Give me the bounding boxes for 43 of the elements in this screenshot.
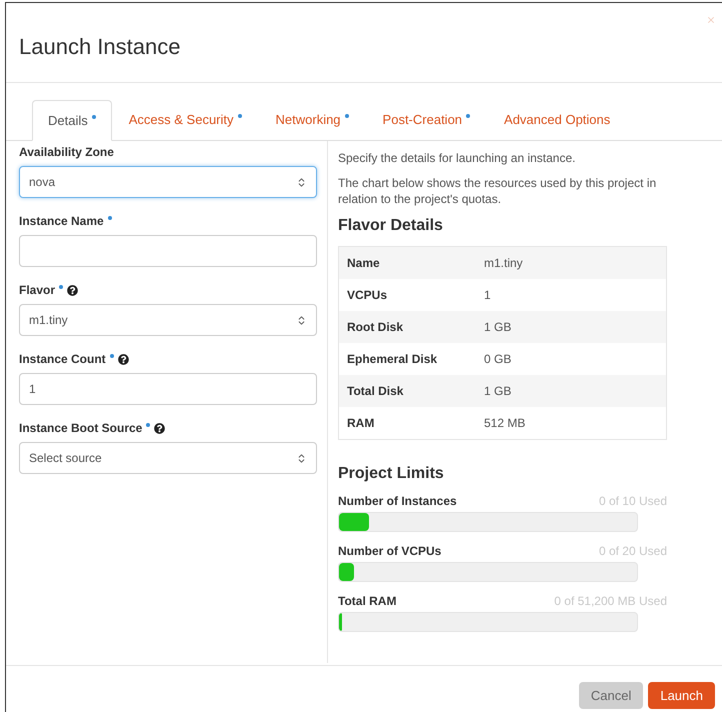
sort-arrows-icon bbox=[296, 176, 307, 188]
field-label: Flavor bbox=[19, 282, 56, 299]
sort-arrows-icon bbox=[296, 314, 307, 326]
input-field[interactable]: 1 bbox=[19, 373, 317, 405]
input-field[interactable] bbox=[19, 235, 317, 267]
tab[interactable]: Networking bbox=[258, 100, 366, 140]
select-field[interactable]: m1.tiny bbox=[19, 304, 317, 336]
limit-label: Number of VCPUs bbox=[338, 543, 442, 560]
table-cell-text: Ephemeral Disk bbox=[347, 351, 438, 368]
help-icon[interactable] bbox=[118, 354, 129, 364]
description-text: Specify the details for launching an instance. bbox=[338, 150, 576, 166]
cancel-button[interactable]: Cancel bbox=[578, 682, 644, 709]
field-label: Instance Name bbox=[19, 213, 104, 230]
tab[interactable]: Details bbox=[32, 100, 112, 141]
table-cell-text: Total Disk bbox=[347, 383, 404, 400]
dialog-title: Launch Instance bbox=[19, 33, 180, 61]
table-cell-text: 0 GB bbox=[484, 351, 512, 368]
tab[interactable]: Access & Security bbox=[112, 100, 259, 140]
limit-label: Number of Instances bbox=[338, 493, 457, 510]
table-cell-text: 1 GB bbox=[484, 319, 512, 336]
tab[interactable]: Advanced Options bbox=[487, 100, 628, 140]
table-cell-text: 512 MB bbox=[484, 415, 526, 432]
field-label: Instance Count bbox=[19, 351, 106, 368]
table-cell-text: 1 GB bbox=[484, 383, 512, 400]
sort-arrows-icon bbox=[296, 452, 307, 464]
field-label: Availability Zone bbox=[19, 144, 114, 161]
section-title: Project Limits bbox=[338, 464, 445, 484]
description-text: The chart below shows the resources used by this project in relation to the project's quotas. bbox=[338, 175, 658, 207]
select-field[interactable]: nova bbox=[19, 166, 317, 198]
table-cell-text: 1 bbox=[484, 287, 491, 304]
limit-label: Total RAM bbox=[338, 593, 396, 610]
help-icon[interactable] bbox=[154, 422, 166, 434]
table-cell-text: m1.tiny bbox=[484, 255, 523, 272]
table-cell-text: Name bbox=[347, 255, 381, 272]
table-cell-text: VCPUs bbox=[347, 287, 388, 304]
section-title: Flavor Details bbox=[338, 216, 444, 236]
launch-button[interactable]: Launch bbox=[648, 682, 715, 709]
select-field[interactable]: Select source bbox=[19, 442, 317, 474]
table-cell-text: Root Disk bbox=[347, 319, 404, 336]
tab[interactable]: Post-Creation bbox=[366, 100, 488, 140]
help-icon[interactable] bbox=[67, 284, 78, 296]
table-cell-text: RAM bbox=[347, 415, 376, 432]
field-label: Instance Boot Source bbox=[19, 420, 142, 437]
